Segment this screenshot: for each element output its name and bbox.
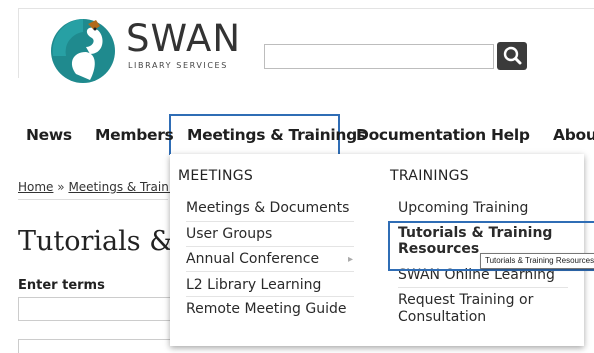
menu-divider [186, 221, 354, 222]
left-border [18, 8, 19, 78]
menu-item-upcoming-training[interactable]: Upcoming Training [398, 200, 528, 216]
breadcrumb-home[interactable]: Home [18, 180, 53, 194]
logo-wordmark: SWAN [126, 17, 242, 60]
nav-news[interactable]: News [26, 126, 72, 144]
nav-help[interactable]: Help [491, 126, 530, 144]
submenu-arrow-icon: ▸ [348, 254, 354, 265]
breadcrumb: Home » Meetings & Trainin [18, 180, 180, 194]
menu-item-user-groups[interactable]: User Groups [186, 226, 272, 242]
menu-item-meetings-documents[interactable]: Meetings & Documents [186, 200, 349, 216]
trainings-heading: TRAININGS [390, 168, 469, 184]
menu-divider [186, 296, 354, 297]
search-icon [503, 46, 522, 65]
menu-divider [398, 287, 568, 288]
menu-divider [186, 271, 354, 272]
breadcrumb-current[interactable]: Meetings & Trainin [68, 180, 179, 194]
search-input[interactable] [264, 44, 494, 69]
terms-input[interactable] [18, 297, 170, 321]
meetings-heading: MEETINGS [178, 168, 254, 184]
breadcrumb-divider [18, 199, 168, 200]
tooltip: Tutorials & Training Resources [480, 253, 594, 269]
search-button[interactable] [497, 42, 527, 70]
menu-item-request-line2[interactable]: Consultation [398, 309, 486, 325]
nav-meetings-trainings[interactable]: Meetings & Trainings [187, 126, 366, 144]
results-box [18, 339, 170, 353]
menu-item-l2-library-learning[interactable]: L2 Library Learning [186, 277, 321, 293]
nav-members[interactable]: Members [95, 126, 174, 144]
enter-terms-label: Enter terms [18, 278, 105, 293]
menu-item-annual-conference[interactable]: Annual Conference [186, 251, 319, 267]
nav-documentation[interactable]: Documentation [356, 126, 486, 144]
nav-about[interactable]: About [553, 126, 594, 144]
breadcrumb-separator: » [57, 180, 65, 194]
menu-item-request-line1[interactable]: Request Training or [398, 292, 533, 308]
swan-bird-icon [51, 19, 115, 83]
logo-subtitle: LIBRARY SERVICES [128, 61, 228, 70]
menu-divider [186, 246, 354, 247]
page-title: Tutorials & T [18, 226, 170, 257]
top-border [18, 8, 594, 9]
menu-item-remote-meeting-guide[interactable]: Remote Meeting Guide [186, 301, 346, 317]
